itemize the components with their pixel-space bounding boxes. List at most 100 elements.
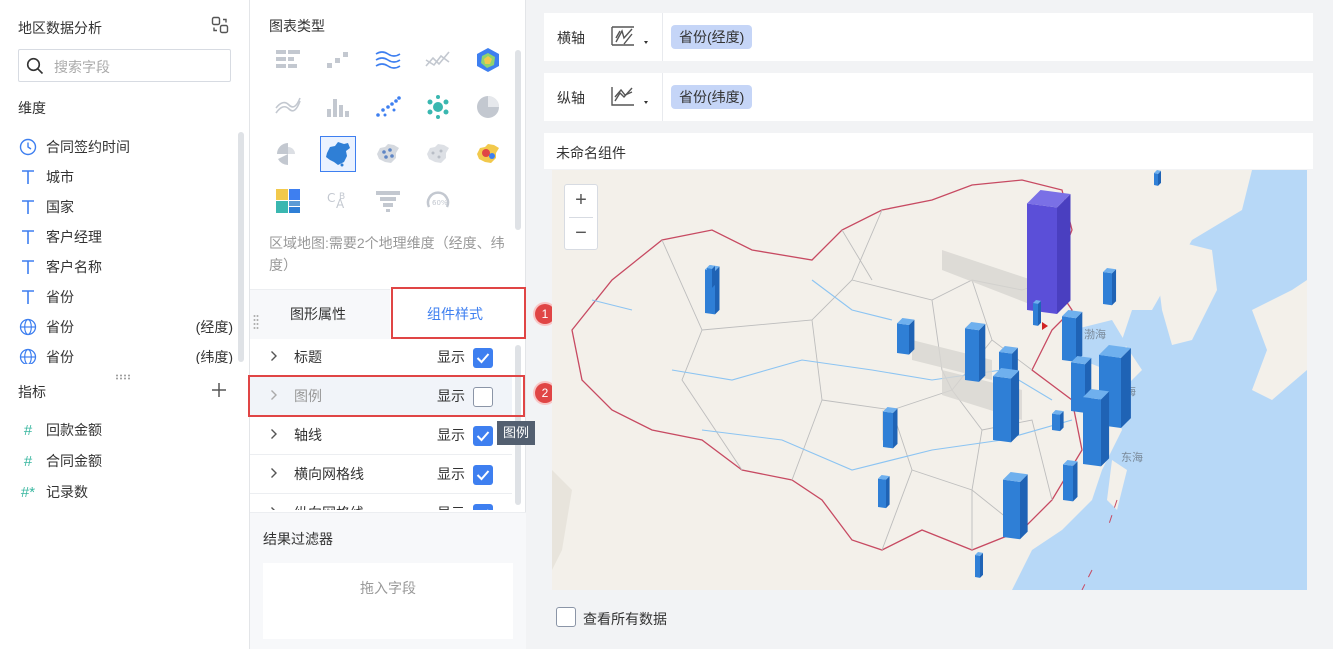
map-bar[interactable] [993, 368, 1020, 443]
zoom-in-button[interactable]: + [565, 185, 597, 217]
property-row[interactable]: 轴线 显示 [250, 416, 512, 455]
dimension-item[interactable]: 省份 [18, 282, 233, 312]
panel-splitter-handle[interactable] [115, 367, 133, 380]
dimension-item[interactable]: 城市 [18, 162, 233, 192]
dimension-item[interactable]: 客户经理 [18, 222, 233, 252]
x-axis-divider [662, 13, 663, 61]
y-axis-type-dropdown[interactable] [610, 83, 654, 111]
dimension-geo-role: (纬度) [195, 349, 233, 364]
map-bar[interactable] [975, 552, 983, 578]
line-chart-icon[interactable] [423, 45, 453, 75]
map-bar[interactable] [1027, 190, 1071, 315]
globe-icon [18, 347, 38, 364]
add-metric-icon[interactable] [210, 381, 228, 399]
component-header: 未命名组件 [544, 133, 1313, 169]
chart-type-scrollbar[interactable] [515, 50, 521, 230]
funnel-chart-icon[interactable] [373, 186, 403, 216]
map-label-donghai: 东海 [1121, 450, 1143, 464]
show-checkbox[interactable] [473, 465, 493, 485]
heat-map-chart-icon[interactable] [473, 139, 503, 169]
chevron-right-icon[interactable] [270, 466, 284, 482]
show-checkbox[interactable] [473, 348, 493, 368]
map-bar[interactable] [1154, 170, 1161, 186]
drag-grip-icon[interactable] [253, 314, 259, 330]
property-row[interactable]: 标题 显示 [250, 338, 512, 377]
map-bar[interactable] [1062, 310, 1083, 362]
metric-item[interactable]: #* 记录数 [18, 477, 233, 507]
globe-icon [18, 317, 38, 337]
property-label: 纵向网格线 [294, 503, 434, 510]
property-label: 横向网格线 [294, 466, 364, 482]
chevron-right-icon[interactable] [270, 349, 284, 365]
zoom-out-button[interactable]: − [565, 218, 597, 250]
bar-chart-icon[interactable] [323, 92, 353, 122]
map-bar[interactable] [1083, 389, 1110, 467]
area-chart-icon[interactable] [273, 92, 303, 122]
highlight-box-component-style [391, 287, 526, 339]
metric-label: 记录数 [46, 484, 88, 500]
property-list: 标题显示图例显示轴线显示横向网格线显示纵向网格线显示 [250, 338, 526, 510]
map-bar[interactable] [1052, 410, 1064, 432]
multi-line-chart-icon[interactable] [373, 45, 403, 75]
y-axis-field-pill[interactable]: 省份(纬度) [671, 85, 753, 109]
dimension-list: 合同签约时间 城市 国家 客户经理 客户名称 省份 省份 (经度) 省份 (纬度) [0, 0, 236, 364]
zoom-controls: + − [564, 184, 598, 250]
map-bar[interactable] [897, 318, 915, 355]
map-bar[interactable] [1003, 472, 1028, 540]
map-bar[interactable] [883, 407, 898, 449]
show-checkbox[interactable] [473, 504, 493, 510]
tab-graphic-properties[interactable]: 图形属性 [290, 304, 346, 324]
map-bar[interactable] [1103, 268, 1117, 306]
pie-chart-icon[interactable] [473, 92, 503, 122]
x-axis-label: 横轴 [557, 30, 585, 46]
metrics-title: 指标 [18, 384, 46, 400]
dimension-item[interactable]: 国家 [18, 192, 233, 222]
property-row[interactable]: 横向网格线 显示 [250, 455, 512, 494]
gauge-chart-icon[interactable]: 60% [423, 186, 453, 216]
scatter-step-chart-icon[interactable] [323, 45, 353, 75]
metric-item[interactable]: # 合同金额 [18, 446, 233, 476]
dimension-geo-role: (经度) [195, 319, 233, 335]
dimension-item[interactable]: 客户名称 [18, 252, 233, 282]
point-map-chart-icon[interactable] [373, 139, 403, 169]
scatter-chart-icon[interactable] [373, 92, 403, 122]
map-bar[interactable] [707, 265, 715, 288]
dimension-label: 国家 [46, 199, 74, 215]
hash-icon: # [23, 452, 33, 470]
dimension-item[interactable]: 省份 (纬度) [18, 342, 233, 364]
treemap-chart-icon[interactable] [273, 186, 303, 216]
dimension-label: 客户经理 [46, 229, 102, 245]
dimension-label: 合同签约时间 [46, 139, 130, 155]
clock-icon [18, 137, 38, 157]
radar-chart-icon[interactable] [473, 45, 503, 75]
dimension-label: 城市 [46, 169, 74, 185]
cross-table-chart-icon[interactable] [273, 45, 303, 75]
metric-item[interactable]: # 回款金额 [18, 415, 233, 445]
word-cloud-chart-icon[interactable]: CAB [323, 186, 353, 216]
dimension-scrollbar[interactable] [238, 132, 244, 362]
component-title[interactable]: 未命名组件 [556, 143, 626, 163]
dimension-item[interactable]: 省份 (经度) [18, 312, 233, 342]
chevron-right-icon[interactable] [270, 505, 284, 510]
bubble-chart-icon[interactable] [423, 92, 453, 122]
rose-chart-icon[interactable] [273, 139, 303, 169]
map-bar[interactable] [878, 475, 890, 509]
flow-map-chart-icon[interactable] [423, 139, 453, 169]
property-row[interactable]: 纵向网格线显示 [250, 494, 512, 510]
x-axis-field-pill[interactable]: 省份(经度) [671, 25, 753, 49]
view-all-data-checkbox[interactable] [556, 607, 576, 627]
map-bar[interactable] [965, 322, 986, 382]
map-bar[interactable] [1033, 300, 1041, 326]
filter-drop-zone[interactable]: 拖入字段 [263, 563, 513, 639]
region-map-chart-icon[interactable] [320, 136, 356, 172]
hash-star-icon: #* [20, 483, 36, 501]
region-map[interactable]: 渤海 黄海 东海 + − [552, 170, 1307, 590]
show-label: 显示 [437, 503, 465, 510]
show-checkbox[interactable] [473, 426, 493, 446]
map-canvas: 渤海 黄海 东海 [552, 170, 1307, 590]
chevron-right-icon[interactable] [270, 427, 284, 443]
x-axis-type-dropdown[interactable] [610, 23, 654, 51]
dimension-label: 省份 [46, 349, 74, 364]
map-bar[interactable] [1063, 460, 1078, 502]
dimension-item[interactable]: 合同签约时间 [18, 132, 233, 162]
